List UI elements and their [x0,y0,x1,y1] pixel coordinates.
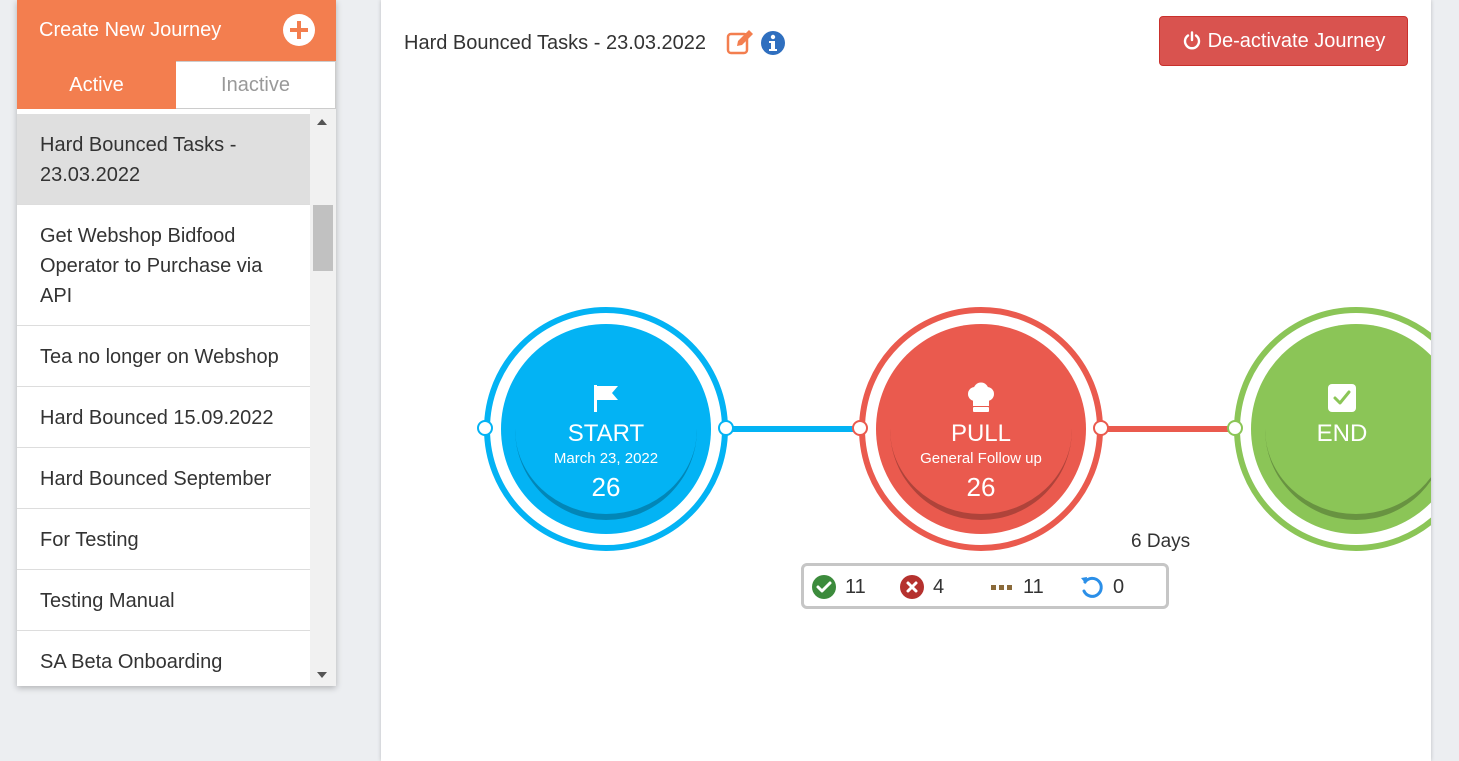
pull-input-port[interactable] [852,420,868,436]
pull-output-port[interactable] [1093,420,1109,436]
list-item[interactable]: Hard Bounced Tasks - 23.03.2022 [17,114,310,205]
x-circle-icon [900,575,924,599]
pending-count: 11 [1023,575,1044,598]
check-circle-icon [812,575,836,599]
tab-inactive[interactable]: Inactive [176,61,336,109]
check-square-icon [1328,384,1356,412]
stat-pending: 11 [989,574,1044,600]
info-icon[interactable] [760,30,786,56]
scroll-thumb[interactable] [313,205,333,271]
journey-status-tabs: Active Inactive [17,61,336,109]
undo-icon [1081,576,1103,598]
end-node-body: END [1251,324,1431,534]
pull-node[interactable]: PULL General Follow up 26 [859,307,1103,551]
tab-active[interactable]: Active [17,61,176,109]
list-item[interactable]: Hard Bounced 15.09.2022 [17,387,310,448]
create-journey-label: Create New Journey [39,19,222,41]
journey-sidebar: Create New Journey Active Inactive Hard … [17,0,336,686]
journey-list: Hard Bounced Tasks - 23.03.2022 Get Webs… [17,113,310,686]
list-item[interactable]: For Testing [17,509,310,570]
list-scrollbar[interactable] [310,109,336,686]
pull-node-body: PULL General Follow up 26 [876,324,1086,534]
start-output-port[interactable] [718,420,734,436]
stat-completed: 11 [811,574,866,600]
scroll-down-arrow-icon[interactable] [317,672,327,678]
stat-failed: 4 [899,574,944,600]
pull-label: PULL [950,420,1012,447]
completed-count: 11 [845,575,866,598]
failed-count: 4 [933,575,945,598]
start-node-body: START March 23, 2022 26 [501,324,711,534]
step-stats-box: 11 4 11 0 [801,563,1169,609]
journey-panel: Hard Bounced Tasks - 23.03.2022 De-activ… [381,0,1431,761]
ellipsis-icon [991,585,1012,590]
scroll-up-arrow-icon[interactable] [317,119,327,125]
pull-subtitle: General Follow up [920,450,1042,467]
list-item[interactable]: SA Beta Onboarding [17,631,310,686]
start-count: 26 [591,472,621,502]
create-new-journey-button[interactable]: Create New Journey [17,0,336,61]
end-label: END [1316,420,1368,447]
power-icon [1183,31,1200,50]
end-input-port[interactable] [1227,420,1243,436]
plus-icon [283,14,315,46]
delay-days-label: 6 Days [1131,531,1191,552]
start-node[interactable]: START March 23, 2022 26 [484,307,728,551]
start-label: START [567,420,645,447]
pull-count: 26 [966,472,996,502]
retry-count: 0 [1113,575,1125,598]
start-to-pull-connector [726,426,860,432]
list-item[interactable]: Get Webshop Bidfood Operator to Purchase… [17,205,310,326]
end-node[interactable]: END [1234,307,1431,551]
flag-icon [594,385,618,412]
start-input-port[interactable] [477,420,493,436]
chef-hat-icon [968,382,994,412]
journey-title: Hard Bounced Tasks - 23.03.2022 [404,32,707,54]
stat-retry: 0 [1079,574,1124,600]
pull-to-end-connector [1101,426,1235,432]
edit-icon[interactable] [726,28,754,56]
deactivate-label: De-activate Journey [1207,29,1386,52]
deactivate-journey-button[interactable]: De-activate Journey [1159,16,1408,66]
start-date: March 23, 2022 [553,450,659,467]
list-item[interactable]: Hard Bounced September [17,448,310,509]
list-item[interactable]: Testing Manual [17,570,310,631]
list-item[interactable]: Tea no longer on Webshop [17,326,310,387]
